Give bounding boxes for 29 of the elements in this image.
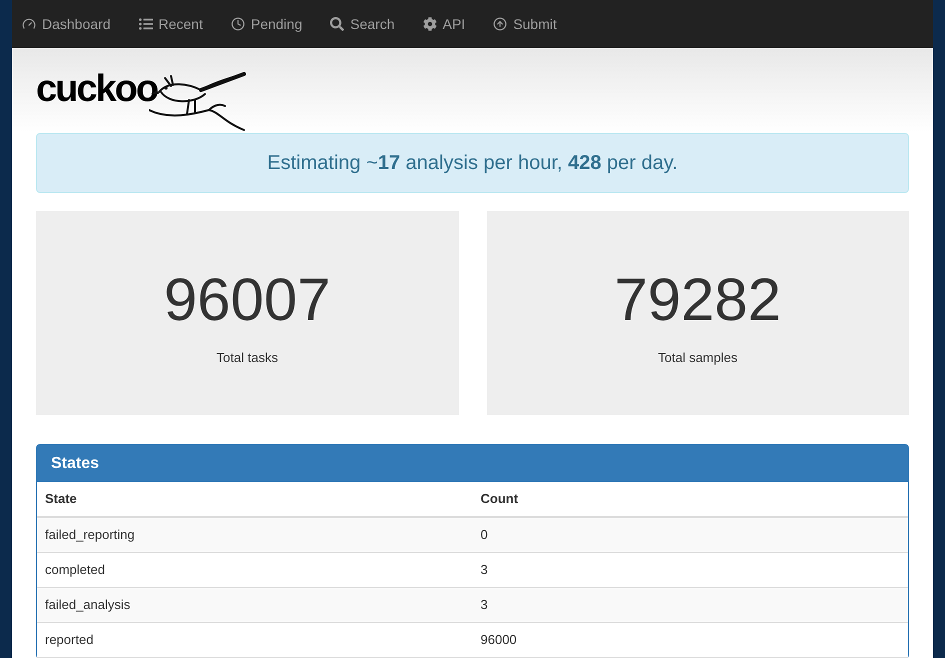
panel-title: States — [51, 454, 100, 474]
list-icon — [138, 17, 152, 31]
table-cell: 96000 — [472, 622, 908, 657]
logo-text: cuckoo — [36, 70, 158, 108]
table-cell: 0 — [472, 517, 908, 552]
estimate-alert: Estimating ~17 analysis per hour, 428 per day. — [36, 133, 909, 193]
stat-value: 79282 — [614, 270, 782, 330]
nav-link[interactable]: Dashboard — [22, 14, 110, 34]
table-cell: 3 — [472, 587, 908, 622]
search-icon — [330, 17, 344, 31]
nav-link[interactable]: Search — [330, 14, 395, 34]
table-cell: completed — [37, 552, 472, 587]
nav-link[interactable]: Submit — [493, 14, 557, 34]
column-header: Count — [472, 482, 908, 517]
nav-link[interactable]: API — [422, 14, 466, 34]
table-cell: 3 — [472, 552, 908, 587]
table-cell: failed_analysis — [37, 587, 472, 622]
table-cell: failed_reporting — [37, 517, 472, 552]
column-header: State — [37, 482, 472, 517]
stat-label: Total samples — [658, 349, 738, 368]
gauge-icon — [22, 17, 36, 31]
nav-link[interactable]: Recent — [138, 14, 203, 34]
nav-link[interactable]: Pending — [230, 14, 302, 34]
clock-icon — [230, 17, 245, 31]
stat-value: 96007 — [164, 270, 331, 330]
upload-icon — [493, 17, 508, 31]
table-cell: reported — [37, 622, 472, 657]
stat-label: Total tasks — [216, 349, 278, 368]
settings-icon — [422, 17, 437, 31]
